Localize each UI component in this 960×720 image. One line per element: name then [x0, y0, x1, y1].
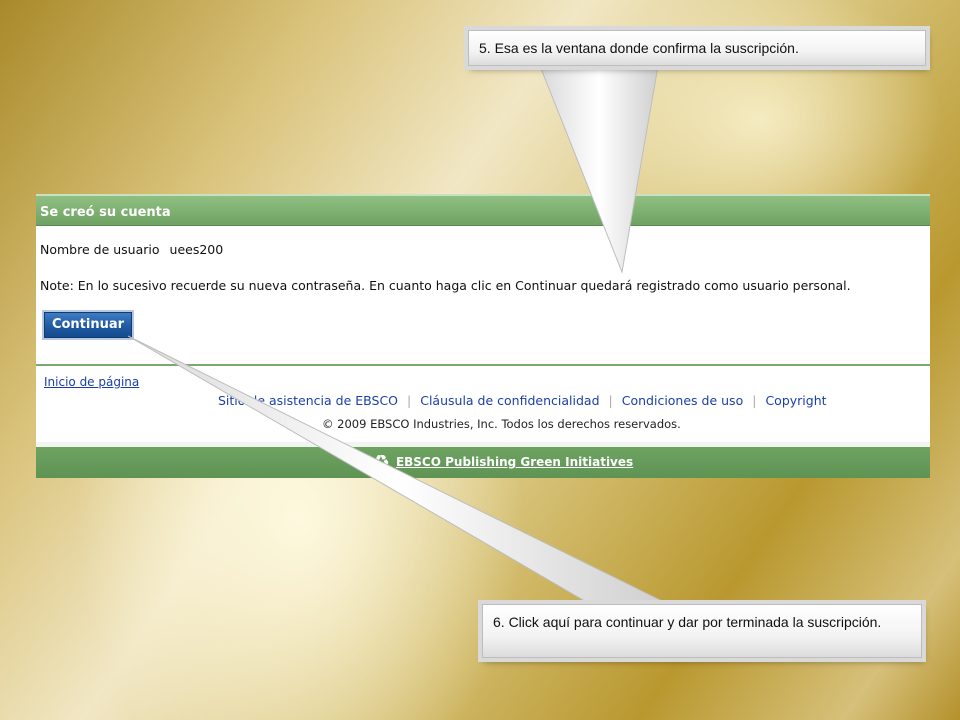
- green-initiatives-link[interactable]: ♻ EBSCO Publishing Green Initiatives: [372, 450, 634, 474]
- callout-step-6: 6. Click aquí para continuar y dar por t…: [482, 604, 922, 658]
- callout-step-6-text: 6. Click aquí para continuar y dar por t…: [493, 614, 882, 630]
- top-of-page-link[interactable]: Inicio de página: [44, 375, 139, 389]
- account-created-panel: Se creó su cuenta Nombre de usuario uees2…: [36, 194, 930, 478]
- username-row: Nombre de usuario uees200: [40, 242, 223, 257]
- footer-separator: |: [407, 393, 412, 408]
- continue-button[interactable]: Continuar: [42, 310, 134, 340]
- footer-divider: [36, 364, 930, 366]
- copyright-notice: © 2009 EBSCO Industries, Inc. Todos los …: [322, 417, 681, 431]
- panel-title: Se creó su cuenta: [40, 205, 171, 220]
- footer-link-terms[interactable]: Condiciones de uso: [622, 393, 743, 408]
- footer-link-privacy[interactable]: Cláusula de confidencialidad: [420, 393, 599, 408]
- footer-link-support[interactable]: Sitio de asistencia de EBSCO: [218, 393, 398, 408]
- footer-links: Sitio de asistencia de EBSCO | Cláusula de…: [218, 393, 827, 408]
- green-initiatives-bar: ♻ EBSCO Publishing Green Initiatives: [36, 442, 930, 478]
- footer-separator: |: [752, 393, 757, 408]
- username-label: Nombre de usuario: [40, 242, 160, 257]
- footer-link-copyright[interactable]: Copyright: [765, 393, 826, 408]
- panel-header: Se creó su cuenta: [36, 194, 930, 226]
- password-note: Note: En lo sucesivo recuerde su nueva c…: [40, 278, 851, 293]
- recycle-icon: ♻: [372, 450, 390, 474]
- green-initiatives-text: EBSCO Publishing Green Initiatives: [395, 455, 634, 469]
- footer-separator: |: [608, 393, 613, 408]
- callout-step-5-text: 5. Esa es la ventana donde confirma la s…: [479, 40, 799, 56]
- username-value: uees200: [169, 242, 224, 257]
- callout-step-5: 5. Esa es la ventana donde confirma la s…: [468, 30, 926, 66]
